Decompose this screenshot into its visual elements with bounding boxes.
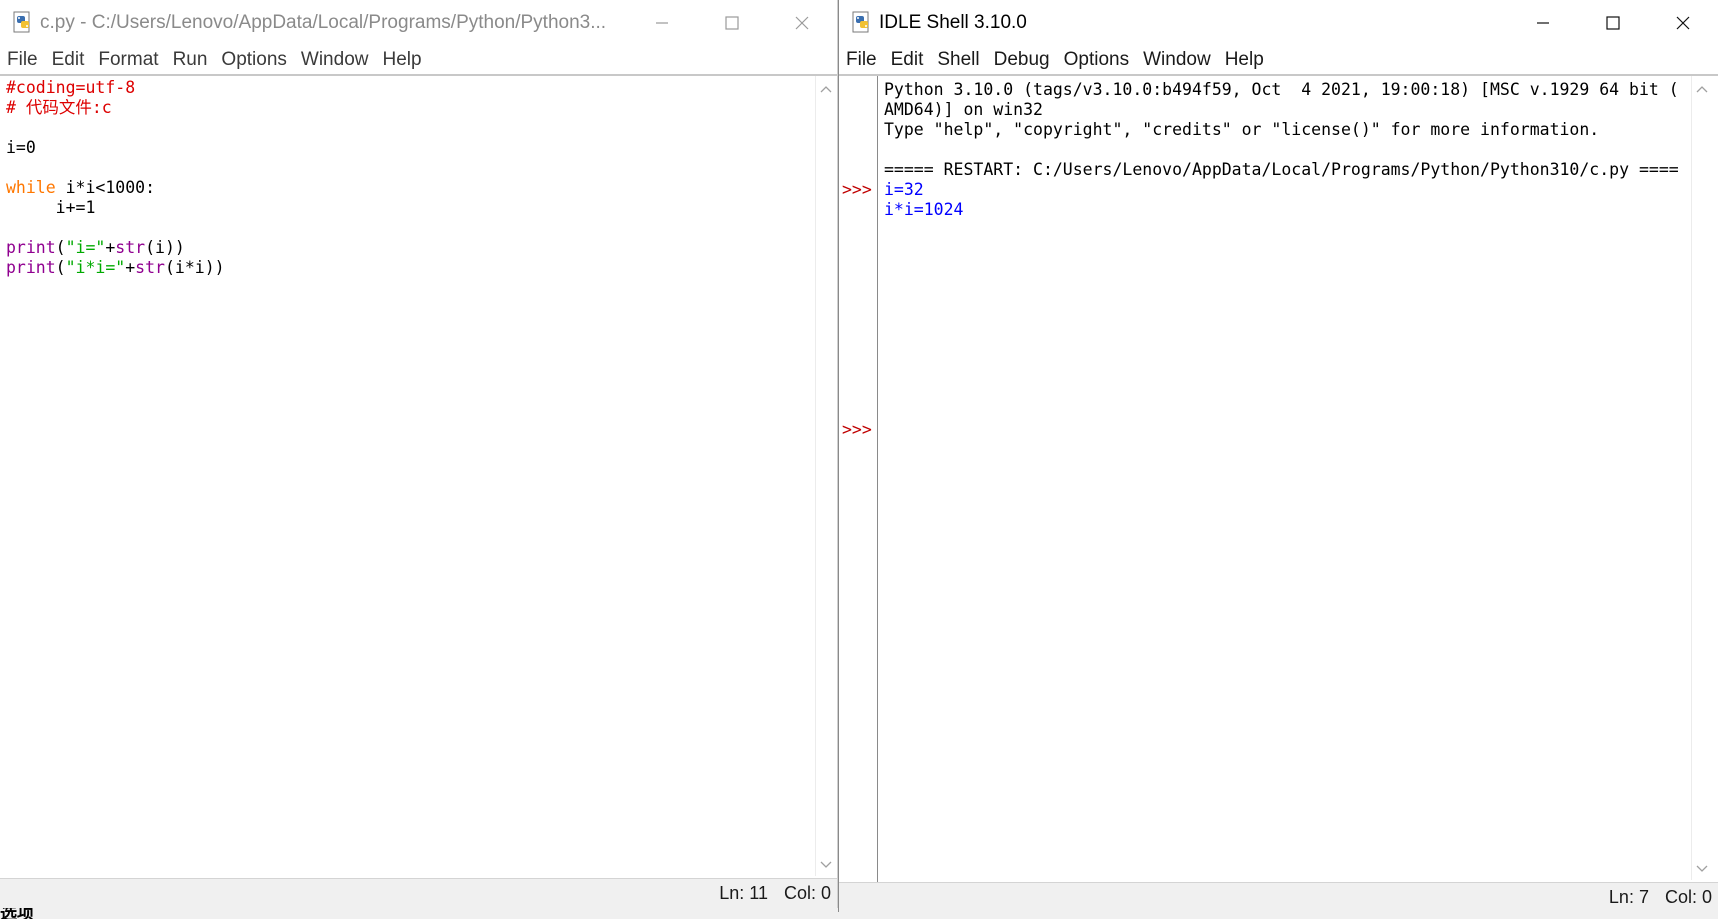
- shell-menubar: File Edit Shell Debug Options Window Hel…: [839, 46, 1718, 74]
- code-token: +: [125, 258, 136, 277]
- code-token: +: [105, 238, 116, 257]
- shell-maximize-button[interactable]: [1578, 0, 1648, 46]
- editor-code-area[interactable]: #coding=utf-8 # 代码文件:c i=0 while i*i<1000: …: [6, 78, 225, 278]
- editor-status-col: Col: 0: [783, 883, 831, 903]
- code-token: #coding=utf-8: [6, 78, 136, 97]
- maximize-icon: [725, 16, 739, 30]
- editor-menubar-divider: [0, 74, 837, 76]
- shell-menu-shell[interactable]: Shell: [930, 46, 986, 74]
- code-token: # 代码文件:c: [6, 98, 112, 117]
- shell-line: ===== RESTART: C:/Users/Lenovo/AppData/L…: [884, 160, 1679, 179]
- minimize-icon: [1537, 22, 1549, 24]
- editor-close-button[interactable]: [767, 0, 837, 46]
- shell-menu-edit[interactable]: Edit: [884, 46, 931, 74]
- editor-maximize-button[interactable]: [697, 0, 767, 46]
- editor-vertical-scrollbar[interactable]: [815, 76, 835, 876]
- code-token: str: [135, 258, 165, 277]
- code-line: print("i*i="+str(i*i)): [6, 258, 225, 278]
- minimize-icon: [656, 22, 668, 24]
- shell-vertical-scrollbar[interactable]: [1691, 76, 1711, 880]
- code-token: (: [55, 238, 66, 257]
- code-line: i=0: [6, 138, 225, 158]
- code-line: i+=1: [6, 198, 225, 218]
- editor-window: c.py - C:/Users/Lenovo/AppData/Local/Pro…: [0, 0, 838, 908]
- scroll-up-arrow-icon[interactable]: [819, 82, 833, 96]
- python-idle-icon: [852, 11, 869, 33]
- shell-statusbar: Ln: 7 Col: 0: [839, 882, 1718, 912]
- close-icon: [795, 16, 809, 30]
- shell-line: i*i=1024: [884, 200, 964, 219]
- code-token: i*i<1000:: [55, 178, 156, 197]
- code-line: #coding=utf-8: [6, 78, 225, 98]
- editor-minimize-button[interactable]: [627, 0, 697, 46]
- code-token: "i=": [65, 238, 106, 257]
- editor-menu-help[interactable]: Help: [375, 46, 428, 74]
- shell-prompt-marker: >>>: [842, 420, 872, 439]
- code-token: print: [6, 258, 56, 277]
- code-token: i+=1: [6, 198, 96, 217]
- shell-minimize-button[interactable]: [1508, 0, 1578, 46]
- code-token: (i)): [145, 238, 185, 257]
- editor-menu-run[interactable]: Run: [166, 46, 215, 74]
- editor-title: c.py - C:/Users/Lenovo/AppData/Local/Pro…: [40, 12, 607, 33]
- editor-menu-window[interactable]: Window: [294, 46, 376, 74]
- editor-menu-format[interactable]: Format: [91, 46, 165, 74]
- shell-close-button[interactable]: [1648, 0, 1718, 46]
- shell-menu-help[interactable]: Help: [1218, 46, 1271, 74]
- shell-window: IDLE Shell 3.10.0 File Edit Shell Debug …: [838, 0, 1718, 912]
- editor-menubar: File Edit Format Run Options Window Help: [0, 46, 837, 74]
- code-token: print: [6, 238, 56, 257]
- scroll-down-arrow-icon[interactable]: [1695, 862, 1709, 876]
- shell-window-controls: [1508, 0, 1718, 46]
- shell-status-line: Ln: 7: [1608, 887, 1649, 907]
- shell-menu-debug[interactable]: Debug: [987, 46, 1057, 74]
- editor-menu-edit[interactable]: Edit: [45, 46, 92, 74]
- scroll-up-arrow-icon[interactable]: [1695, 82, 1709, 96]
- shell-line: AMD64)] on win32: [884, 100, 1043, 119]
- shell-line: Type "help", "copyright", "credits" or "…: [884, 120, 1600, 139]
- editor-status-line: Ln: 11: [719, 883, 768, 903]
- editor-window-controls: [627, 0, 837, 46]
- code-token: "i*i=": [65, 258, 126, 277]
- code-token: (i*i)): [164, 258, 225, 277]
- maximize-icon: [1606, 16, 1620, 30]
- editor-titlebar[interactable]: c.py - C:/Users/Lenovo/AppData/Local/Pro…: [0, 0, 837, 46]
- shell-prompts: >>> >>>: [842, 140, 882, 480]
- editor-statusbar: Ln: 11 Col: 0: [0, 878, 837, 908]
- code-line: while i*i<1000:: [6, 178, 225, 198]
- editor-menu-options[interactable]: Options: [214, 46, 293, 74]
- python-idle-icon: [13, 11, 30, 33]
- shell-menubar-divider: [839, 74, 1718, 76]
- shell-line: i=32: [884, 180, 924, 199]
- shell-titlebar[interactable]: IDLE Shell 3.10.0: [839, 0, 1718, 46]
- desktop-text-fragment: 选项: [0, 908, 34, 919]
- code-token: i=0: [6, 138, 36, 157]
- code-token: while: [6, 178, 56, 197]
- shell-line: Python 3.10.0 (tags/v3.10.0:b494f59, Oct…: [884, 80, 1679, 99]
- shell-title: IDLE Shell 3.10.0: [879, 12, 1027, 33]
- code-line: print("i="+str(i)): [6, 238, 225, 258]
- editor-menu-file[interactable]: File: [0, 46, 45, 74]
- scroll-down-arrow-icon[interactable]: [819, 858, 833, 872]
- shell-menu-options[interactable]: Options: [1057, 46, 1136, 74]
- close-icon: [1676, 16, 1690, 30]
- code-line: # 代码文件:c: [6, 98, 225, 118]
- shell-output-area[interactable]: Python 3.10.0 (tags/v3.10.0:b494f59, Oct…: [884, 80, 1679, 220]
- code-token: (: [55, 258, 66, 277]
- shell-menu-window[interactable]: Window: [1136, 46, 1218, 74]
- shell-status-col: Col: 0: [1664, 887, 1712, 907]
- shell-menu-file[interactable]: File: [839, 46, 884, 74]
- code-token: str: [115, 238, 146, 257]
- shell-prompt-marker: >>>: [842, 180, 872, 199]
